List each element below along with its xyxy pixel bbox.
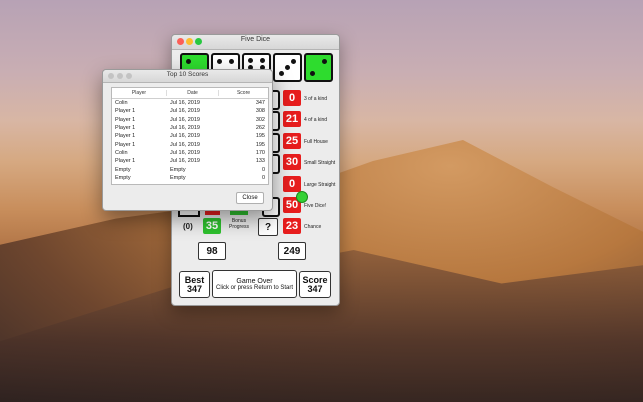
pip (285, 65, 290, 70)
cell-score: 195 (255, 141, 265, 148)
cell-date: Jul 16, 2019 (170, 116, 200, 123)
scores-table: Player Date Score Colin Jul 16, 2019 347 Pl… (111, 87, 269, 185)
score-4-of-a-kind[interactable]: 21 (283, 111, 301, 127)
best-value: 347 (186, 283, 203, 294)
status-line-1: Game Over (236, 277, 273, 285)
bonus-score: 35 (203, 218, 221, 234)
table-row[interactable]: Empty Empty 0 (112, 165, 268, 173)
best-score-box: Best 347 (179, 271, 210, 298)
top10-window: Top 10 Scores Player Date Score Colin Jul… (102, 69, 273, 211)
cell-player: Player 1 (115, 133, 136, 140)
score-full-house[interactable]: 25 (283, 133, 301, 149)
cell-score: 347 (255, 100, 265, 107)
cell-score: 302 (255, 116, 265, 123)
category-label: 4 of a kind (304, 117, 328, 123)
category-label: Chance (304, 224, 322, 230)
table-row[interactable]: Player 1 Jul 16, 2019 133 (112, 157, 268, 165)
cell-player: Colin (115, 149, 128, 156)
window-title: Top 10 Scores (166, 71, 209, 78)
table-header: Player Date Score (112, 88, 268, 99)
table-row[interactable]: Empty Empty 0 (112, 174, 268, 182)
die-4[interactable] (273, 53, 302, 82)
cell-player: Empty (115, 174, 131, 181)
score-small-straight[interactable]: 30 (283, 154, 301, 170)
pip (186, 59, 191, 64)
pip (248, 58, 253, 63)
col-header-player[interactable]: Player (112, 90, 167, 96)
cell-score: 133 (255, 158, 265, 165)
pip (291, 59, 296, 64)
pip (229, 59, 234, 64)
close-button[interactable]: Close (236, 192, 264, 204)
table-body: Colin Jul 16, 2019 347 Player 1 Jul 16, 2019… (112, 99, 268, 182)
cell-date: Jul 16, 2019 (170, 141, 200, 148)
die-5[interactable] (304, 53, 333, 82)
upper-bonus-indicator: (0) (183, 222, 193, 231)
upper-total: 98 (198, 242, 226, 260)
cell-score: 0 (261, 166, 265, 173)
pip (322, 59, 327, 64)
cell-player: Player 1 (115, 125, 136, 132)
score-3-of-a-kind[interactable]: 0 (283, 90, 301, 106)
cell-player: Player 1 (115, 158, 136, 165)
category-label: 3 of a kind (304, 96, 328, 102)
category-label: Large Straight (304, 182, 336, 188)
pip (260, 58, 265, 63)
cell-date: Jul 16, 2019 (170, 149, 200, 156)
cell-date: Jul 16, 2019 (170, 100, 200, 107)
col-header-score[interactable]: Score (219, 90, 268, 96)
cell-date: Jul 16, 2019 (170, 158, 200, 165)
cell-score: 0 (261, 174, 265, 181)
cell-player: Colin (115, 100, 128, 107)
score-value: 347 (307, 283, 323, 294)
game-status-button[interactable]: Game Over Click or press Return to Start (212, 270, 297, 298)
bonus-label: Bonus Progress (229, 218, 249, 230)
cell-date: Empty (170, 174, 186, 181)
cell-score: 308 (255, 108, 265, 115)
cell-date: Empty (170, 166, 186, 173)
category-label: Small Straight (304, 160, 336, 166)
cell-date: Jul 16, 2019 (170, 108, 200, 115)
pip (310, 71, 315, 76)
category-label: Full House (304, 139, 328, 145)
status-line-2: Click or press Return to Start (215, 284, 294, 291)
table-row[interactable]: Colin Jul 16, 2019 347 (112, 99, 268, 107)
table-row[interactable]: Player 1 Jul 16, 2019 302 (112, 116, 268, 124)
cell-player: Player 1 (115, 108, 136, 115)
titlebar[interactable]: Top 10 Scores (103, 70, 272, 83)
table-row[interactable]: Player 1 Jul 16, 2019 308 (112, 107, 268, 115)
current-score-box: Score 347 (299, 271, 331, 298)
table-row[interactable]: Colin Jul 16, 2019 170 (112, 149, 268, 157)
window-title: Five Dice (240, 36, 271, 43)
table-row[interactable]: Player 1 Jul 16, 2019 195 (112, 132, 268, 140)
cell-date: Jul 16, 2019 (170, 125, 200, 132)
bonus-label-line2: Progress (229, 224, 250, 230)
cell-score: 195 (255, 133, 265, 140)
score-chance[interactable]: 23 (283, 218, 301, 234)
cell-player: Player 1 (115, 116, 136, 123)
pip (217, 59, 222, 64)
cell-score: 262 (255, 125, 265, 132)
category-label: Five Dice! (304, 203, 327, 209)
cell-date: Jul 16, 2019 (170, 133, 200, 140)
cell-score: 170 (255, 149, 265, 156)
cursor-indicator (296, 191, 308, 203)
table-row[interactable]: Player 1 Jul 16, 2019 195 (112, 140, 268, 148)
titlebar[interactable]: Five Dice (172, 35, 339, 50)
cell-player: Empty (115, 166, 131, 173)
table-row[interactable]: Player 1 Jul 16, 2019 262 (112, 124, 268, 132)
score-large-straight[interactable]: 0 (283, 176, 301, 192)
question-button[interactable]: ? (258, 218, 278, 236)
col-header-date[interactable]: Date (167, 90, 219, 96)
lower-total: 249 (278, 242, 306, 260)
cell-player: Player 1 (115, 141, 136, 148)
pip (279, 71, 284, 76)
